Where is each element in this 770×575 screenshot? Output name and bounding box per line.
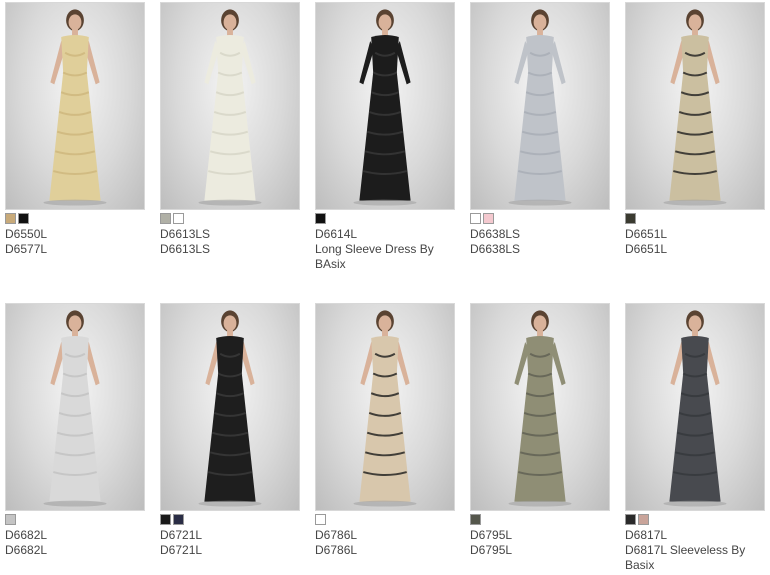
color-swatch[interactable] bbox=[470, 514, 481, 525]
product-card[interactable]: D6651L D6651L bbox=[625, 2, 765, 257]
product-name-link[interactable]: D6817L Sleeveless By Basix bbox=[625, 543, 765, 573]
product-name-link[interactable]: D6721L bbox=[160, 543, 300, 558]
product-code-link[interactable]: D6817L bbox=[625, 528, 765, 543]
color-swatches bbox=[5, 213, 145, 224]
model-figure bbox=[353, 310, 417, 507]
product-card[interactable]: D6786L D6786L bbox=[315, 303, 455, 558]
color-swatches bbox=[625, 514, 765, 525]
product-card[interactable]: D6795L D6795L bbox=[470, 303, 610, 558]
product-card[interactable]: D6550L D6577L bbox=[5, 2, 145, 257]
product-card[interactable]: D6682L D6682L bbox=[5, 303, 145, 558]
model-figure bbox=[508, 310, 572, 507]
product-code-link[interactable]: D6550L bbox=[5, 227, 145, 242]
color-swatch[interactable] bbox=[160, 514, 171, 525]
product-photo[interactable] bbox=[5, 303, 145, 511]
color-swatch[interactable] bbox=[625, 213, 636, 224]
color-swatches bbox=[315, 514, 455, 525]
product-code-link[interactable]: D6721L bbox=[160, 528, 300, 543]
product-card[interactable]: D6613LS D6613LS bbox=[160, 2, 300, 257]
model-figure bbox=[198, 9, 262, 206]
color-swatches bbox=[470, 514, 610, 525]
product-card[interactable]: D6721L D6721L bbox=[160, 303, 300, 558]
color-swatches bbox=[315, 213, 455, 224]
product-photo[interactable] bbox=[160, 303, 300, 511]
model-figure bbox=[663, 310, 727, 507]
color-swatch[interactable] bbox=[315, 514, 326, 525]
product-name-link[interactable]: D6795L bbox=[470, 543, 610, 558]
product-photo[interactable] bbox=[625, 2, 765, 210]
color-swatches bbox=[5, 514, 145, 525]
product-code-link[interactable]: D6638LS bbox=[470, 227, 610, 242]
color-swatch[interactable] bbox=[5, 213, 16, 224]
product-photo[interactable] bbox=[625, 303, 765, 511]
color-swatch[interactable] bbox=[625, 514, 636, 525]
model-figure bbox=[43, 310, 107, 507]
product-name-link[interactable]: D6613LS bbox=[160, 242, 300, 257]
product-code-link[interactable]: D6614L bbox=[315, 227, 455, 242]
product-code-link[interactable]: D6613LS bbox=[160, 227, 300, 242]
color-swatch[interactable] bbox=[18, 213, 29, 224]
product-grid: D6550L D6577L D6613LS D6613LS D6614L Long Sle… bbox=[0, 0, 770, 575]
product-name-link[interactable]: D6638LS bbox=[470, 242, 610, 257]
color-swatches bbox=[625, 213, 765, 224]
color-swatch[interactable] bbox=[638, 514, 649, 525]
model-figure bbox=[508, 9, 572, 206]
product-code-link[interactable]: D6786L bbox=[315, 528, 455, 543]
product-card[interactable]: D6614L Long Sleeve Dress By BAsix bbox=[315, 2, 455, 272]
product-name-link[interactable]: D6651L bbox=[625, 242, 765, 257]
model-figure bbox=[663, 9, 727, 206]
color-swatch[interactable] bbox=[470, 213, 481, 224]
product-card[interactable]: D6638LS D6638LS bbox=[470, 2, 610, 257]
product-code-link[interactable]: D6795L bbox=[470, 528, 610, 543]
product-name-link[interactable]: D6786L bbox=[315, 543, 455, 558]
product-card[interactable]: D6817L D6817L Sleeveless By Basix bbox=[625, 303, 765, 573]
color-swatch[interactable] bbox=[483, 213, 494, 224]
product-photo[interactable] bbox=[470, 2, 610, 210]
model-figure bbox=[198, 310, 262, 507]
color-swatch[interactable] bbox=[173, 514, 184, 525]
model-figure bbox=[353, 9, 417, 206]
color-swatch[interactable] bbox=[173, 213, 184, 224]
product-code-link[interactable]: D6682L bbox=[5, 528, 145, 543]
color-swatch[interactable] bbox=[160, 213, 171, 224]
product-photo[interactable] bbox=[160, 2, 300, 210]
product-name-link[interactable]: D6682L bbox=[5, 543, 145, 558]
color-swatches bbox=[160, 213, 300, 224]
color-swatches bbox=[160, 514, 300, 525]
product-photo[interactable] bbox=[315, 303, 455, 511]
product-photo[interactable] bbox=[470, 303, 610, 511]
product-photo[interactable] bbox=[315, 2, 455, 210]
model-figure bbox=[43, 9, 107, 206]
product-name-link[interactable]: Long Sleeve Dress By BAsix bbox=[315, 242, 455, 272]
color-swatch[interactable] bbox=[5, 514, 16, 525]
color-swatches bbox=[470, 213, 610, 224]
product-code-link[interactable]: D6651L bbox=[625, 227, 765, 242]
product-name-link[interactable]: D6577L bbox=[5, 242, 145, 257]
color-swatch[interactable] bbox=[315, 213, 326, 224]
product-photo[interactable] bbox=[5, 2, 145, 210]
